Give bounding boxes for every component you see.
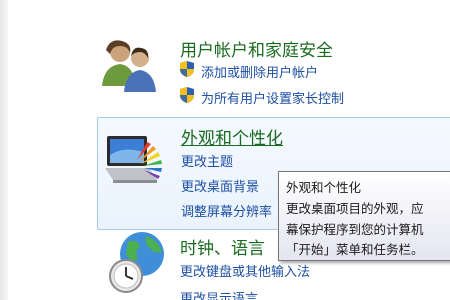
- link-adjust-screen-resolution[interactable]: 调整屏幕分辨率: [181, 201, 272, 220]
- link-change-theme[interactable]: 更改主题: [181, 151, 233, 170]
- tooltip-title: 外观和个性化: [286, 180, 362, 195]
- category-title-clock-language[interactable]: 时钟、语言: [180, 234, 265, 259]
- link-change-keyboard-input[interactable]: 更改键盘或其他输入法: [180, 261, 310, 280]
- control-panel-page: 用户帐户和家庭安全 添加或删除用户帐户 为所有用户设置家长控制 外观和个性化 更…: [0, 0, 450, 300]
- link-parental-controls[interactable]: 为所有用户设置家长控制: [201, 88, 344, 107]
- uac-shield-icon: [180, 61, 194, 77]
- appearance-icon[interactable]: [103, 130, 167, 196]
- clock-globe-icon[interactable]: [108, 232, 168, 298]
- uac-shield-icon: [180, 87, 194, 103]
- tooltip-line: 「开始」菜单和任务栏。: [286, 242, 424, 257]
- left-panel-edge: [0, 0, 8, 300]
- link-change-desktop-background[interactable]: 更改桌面背景: [181, 176, 259, 195]
- category-title-user-accounts[interactable]: 用户帐户和家庭安全: [180, 36, 333, 61]
- link-change-display-language[interactable]: 更改显示语言: [180, 288, 258, 300]
- appearance-tooltip: 外观和个性化 更改桌面项目的外观，应 幕保护程序到您的计算机 「开始」菜单和任务…: [278, 171, 450, 261]
- category-title-appearance[interactable]: 外观和个性化: [181, 124, 283, 149]
- tooltip-line: 幕保护程序到您的计算机: [286, 222, 424, 237]
- tooltip-line: 更改桌面项目的外观，应: [286, 201, 424, 216]
- users-icon[interactable]: [100, 36, 160, 100]
- link-add-remove-accounts[interactable]: 添加或删除用户帐户: [201, 62, 318, 81]
